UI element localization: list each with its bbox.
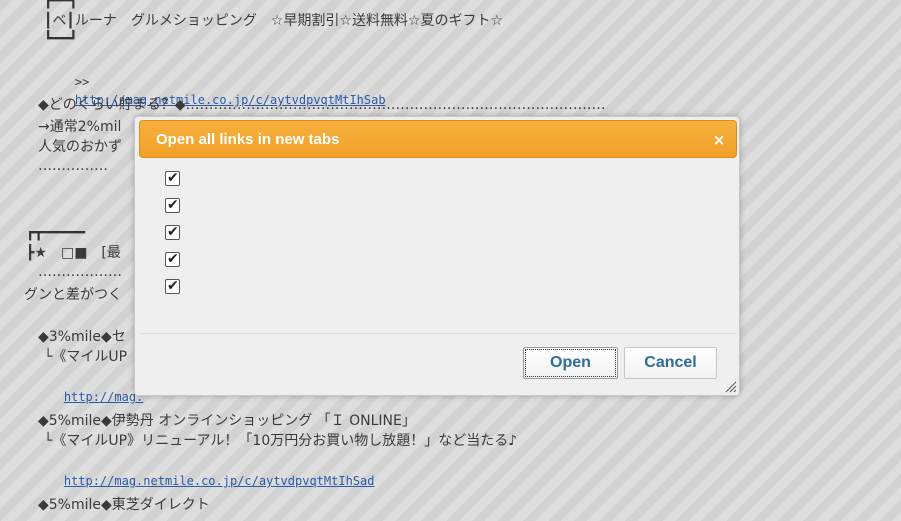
frame-heading: ┣★ □■ [最 — [26, 245, 121, 261]
box-art-bottom: ┗━━┛ — [44, 31, 78, 47]
item-3-heading: ◆3%mile◆セ — [38, 329, 126, 345]
frame-art-top: ┏┳━━━━━ — [26, 225, 86, 241]
text-normal-mile: →通常2%mil — [38, 119, 122, 135]
item-5-heading: ◆5%mile◆伊勢丹 オンラインショッピング 「Ｉ ONLINE」 — [38, 413, 416, 429]
resize-grip-icon[interactable] — [725, 381, 737, 393]
check-icon: ✔ — [167, 197, 179, 213]
link-row: ✔ — [165, 192, 180, 219]
section-heading-how-much: ◆どのくらい貯まる？◆……………………………………………………………………………… — [38, 97, 606, 113]
cancel-button[interactable]: Cancel — [624, 347, 717, 379]
link-checkbox[interactable]: ✔ — [165, 224, 180, 240]
dialog-titlebar[interactable]: Open all links in new tabs × — [139, 120, 737, 158]
box-art-top: ┏━━┓ — [44, 0, 78, 9]
text-gun-to-sa: グンと差がつく — [24, 287, 122, 303]
item-3-link[interactable]: http://mag. — [64, 390, 143, 404]
link-row: ✔ — [165, 246, 180, 273]
item-3-subline: └《マイルUP — [44, 349, 128, 365]
check-icon: ✔ — [167, 224, 179, 240]
link-checkbox[interactable]: ✔ — [165, 170, 180, 186]
link-row: ✔ — [165, 165, 180, 192]
check-icon: ✔ — [167, 251, 179, 267]
check-icon: ✔ — [167, 278, 179, 294]
promo-line-verna: ┃ベ┃ルーナ グルメショッピング ☆早期割引☆送料無料☆夏のギフト☆ — [44, 13, 504, 29]
link-checkbox[interactable]: ✔ — [165, 278, 180, 294]
link-checkbox[interactable]: ✔ — [165, 251, 180, 267]
open-links-dialog: Open all links in new tabs × ✔ ✔ ✔ ✔ ✔ O… — [134, 116, 740, 396]
link-checkbox[interactable]: ✔ — [165, 197, 180, 213]
text-popular: 人気のおかず — [38, 139, 122, 155]
item-5-link[interactable]: http://mag.netmile.co.jp/c/aytvdpvqtMtIh… — [64, 474, 375, 488]
close-icon[interactable]: × — [710, 121, 728, 159]
check-icon: ✔ — [167, 170, 179, 186]
item-5-subline: └《マイルUP》リニューアル！「10万円分お買い物し放題！」など当たる♪ — [44, 433, 518, 449]
link-prefix: >> — [74, 75, 90, 89]
open-button[interactable]: Open — [523, 347, 618, 379]
dots-divider-2: ……………… — [38, 264, 122, 280]
dialog-divider — [139, 333, 737, 334]
dialog-title: Open all links in new tabs — [156, 131, 340, 148]
item-6-heading: ◆5%mile◆東芝ダイレクト — [38, 497, 210, 513]
link-row: ✔ — [165, 273, 180, 300]
dots-divider-1: …………… — [38, 158, 108, 174]
link-checkbox-list: ✔ ✔ ✔ ✔ ✔ — [165, 165, 180, 300]
link-row: ✔ — [165, 219, 180, 246]
